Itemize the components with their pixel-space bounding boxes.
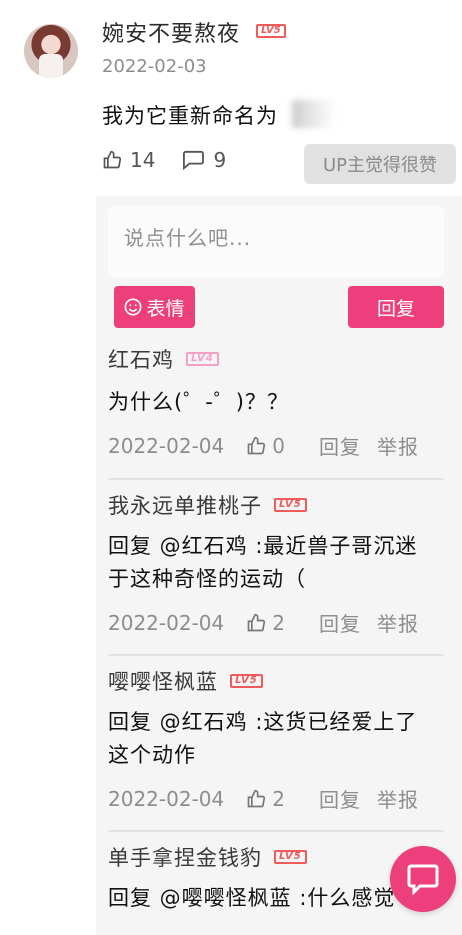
report-link[interactable]: 举报 xyxy=(377,608,419,637)
report-link[interactable]: 举报 xyxy=(377,431,419,460)
reply-input[interactable]: 说点什么吧... xyxy=(108,206,444,278)
reply-username[interactable]: 嘤嘤怪枫蓝 xyxy=(108,666,218,696)
reply-like-button[interactable]: 2 xyxy=(246,611,285,635)
reply-like-count: 2 xyxy=(272,610,285,635)
reply-text: 回复 @红石鸡 :最近兽子哥沉迷 xyxy=(108,534,418,558)
level-badge: LV5 xyxy=(230,674,263,688)
reply-like-count: 2 xyxy=(272,786,285,811)
comment-date: 2022-02-03 xyxy=(102,56,207,77)
reply-count: 9 xyxy=(213,148,227,172)
reply-date: 2022-02-04 xyxy=(108,786,225,811)
emoji-button[interactable]: 表情 xyxy=(114,286,195,328)
level-badge: LV4 xyxy=(186,352,219,366)
divider xyxy=(108,654,444,656)
reply-username[interactable]: 我永远单推桃子 xyxy=(108,490,262,520)
thumbs-up-icon xyxy=(247,789,266,807)
reply-item: 我永远单推桃子 LV5 回复 @红石鸡 :最近兽子哥沉迷 于这种奇怪的运动（ 2… xyxy=(108,490,444,637)
comment-icon[interactable] xyxy=(181,150,205,170)
level-badge: LV5 xyxy=(256,24,286,38)
reply-like-button[interactable]: 2 xyxy=(246,787,285,811)
up-liked-badge: UP主觉得很赞 xyxy=(304,144,456,184)
reply-text: 于这种奇怪的运动（ xyxy=(108,567,306,591)
floating-comment-button[interactable] xyxy=(390,846,456,912)
submit-reply-button[interactable]: 回复 xyxy=(348,286,444,328)
thumbs-up-icon xyxy=(247,613,266,631)
reply-username[interactable]: 单手拿捏金钱豹 xyxy=(108,842,262,872)
reply-link[interactable]: 回复 xyxy=(319,608,361,637)
comment-username[interactable]: 婉安不要熬夜 xyxy=(102,16,240,48)
emoji-button-label: 表情 xyxy=(146,297,185,320)
divider xyxy=(108,830,444,832)
comment-text: 我为它重新命名为 xyxy=(102,104,278,128)
reply-text: 这个动作 xyxy=(108,743,196,767)
report-link[interactable]: 举报 xyxy=(377,784,419,813)
reply-like-button[interactable]: 0 xyxy=(246,434,285,458)
level-badge: LV5 xyxy=(274,498,307,512)
thumbs-up-icon[interactable] xyxy=(102,150,122,170)
comment-actions: 14 9 xyxy=(102,148,252,172)
reply-link[interactable]: 回复 xyxy=(319,431,361,460)
divider xyxy=(108,478,444,480)
reply-like-count: 0 xyxy=(272,433,285,458)
like-count: 14 xyxy=(130,148,156,172)
avatar[interactable] xyxy=(24,24,78,78)
reply-item: 嘤嘤怪枫蓝 LV5 回复 @红石鸡 :这货已经爱上了 这个动作 2022-02-… xyxy=(108,666,444,813)
blurred-sticker xyxy=(286,100,336,128)
reply-date: 2022-02-04 xyxy=(108,433,225,458)
chat-bubble-icon xyxy=(407,864,439,895)
reply-text: 为什么(゜-゜)？？ xyxy=(108,390,289,414)
reply-username[interactable]: 红石鸡 xyxy=(108,344,174,374)
thumbs-up-icon xyxy=(247,436,266,454)
level-badge: LV5 xyxy=(274,850,307,864)
reply-text: 回复 @红石鸡 :这货已经爱上了 xyxy=(108,710,418,734)
smile-icon xyxy=(125,298,142,316)
reply-date: 2022-02-04 xyxy=(108,610,225,635)
reply-item: 红石鸡 LV4 为什么(゜-゜)？？ 2022-02-04 0 回复 举报 xyxy=(108,344,444,460)
reply-link[interactable]: 回复 xyxy=(319,784,361,813)
